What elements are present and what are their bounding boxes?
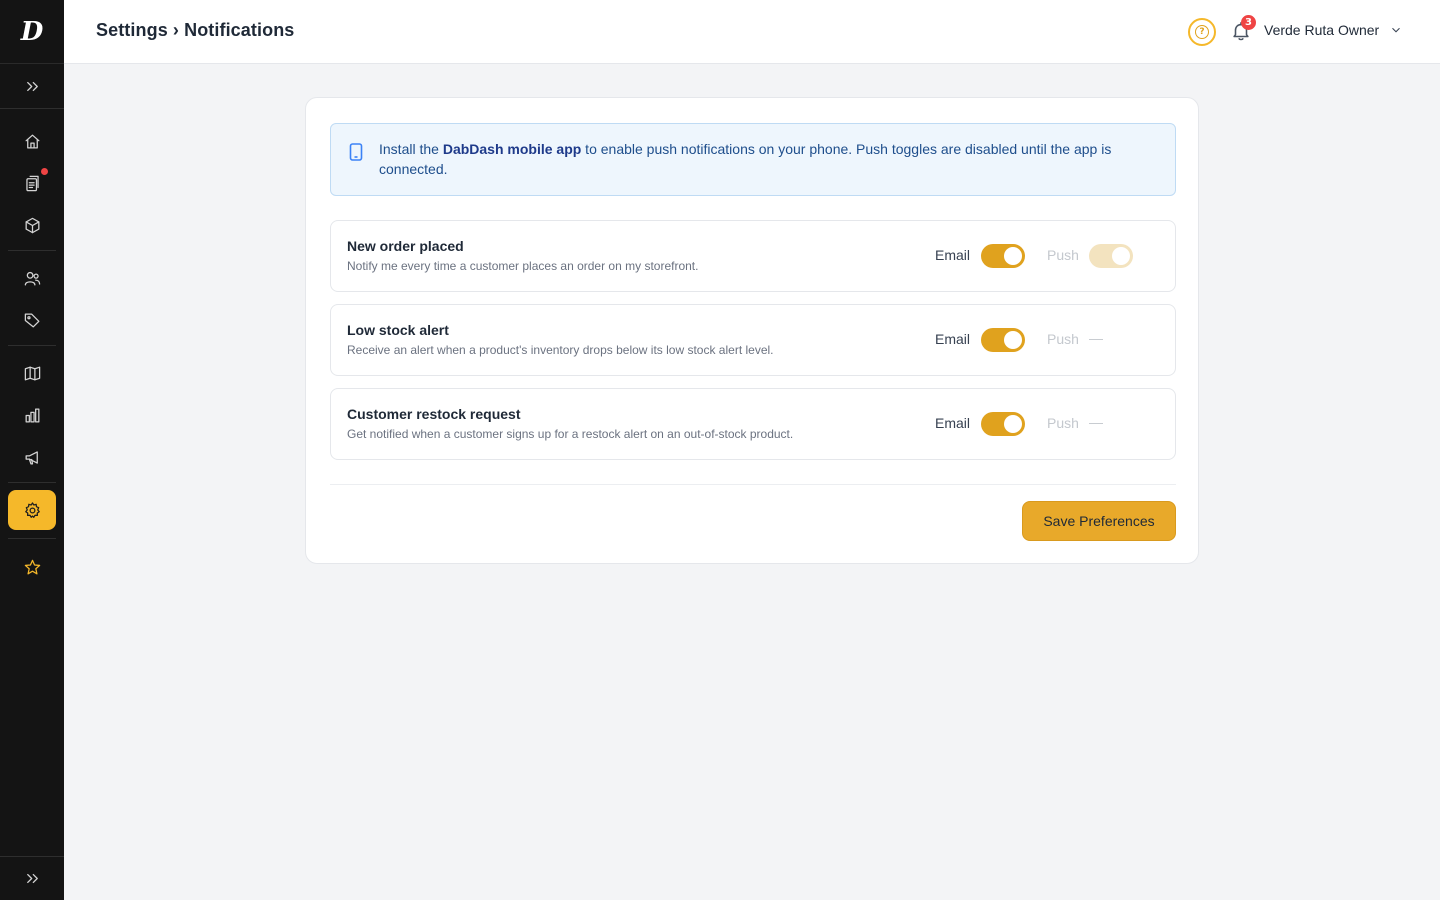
push-unavailable: — bbox=[1089, 414, 1103, 430]
row-title: New order placed bbox=[347, 238, 464, 254]
top-header: Settings › Notifications ? 3 Verde Ruta … bbox=[64, 0, 1440, 64]
map-icon[interactable] bbox=[12, 353, 52, 393]
notifications-button[interactable]: 3 bbox=[1230, 15, 1256, 44]
chevron-down-icon bbox=[1392, 27, 1401, 33]
push-info-banner: Install the DabDash mobile app to enable… bbox=[330, 123, 1176, 196]
email-toggle[interactable] bbox=[981, 412, 1025, 436]
save-preferences-button[interactable]: Save Preferences bbox=[1022, 501, 1176, 541]
banner-app-link[interactable]: DabDash mobile app bbox=[443, 141, 581, 157]
chart-icon[interactable] bbox=[12, 395, 52, 435]
row-description: Receive an alert when a product's invent… bbox=[347, 343, 774, 357]
sidebar-expand-bottom[interactable] bbox=[0, 858, 64, 898]
sidebar-item-customers[interactable] bbox=[0, 258, 64, 298]
sidebar-item-orders[interactable] bbox=[0, 163, 64, 203]
notification-row: New order placed Notify me every time a … bbox=[330, 220, 1176, 292]
chevrons-right-icon[interactable] bbox=[12, 66, 52, 106]
push-label: Push bbox=[1047, 415, 1079, 431]
sidebar-item-marketing[interactable] bbox=[0, 437, 64, 477]
notification-row: Customer restock request Get notified wh… bbox=[330, 388, 1176, 460]
megaphone-icon[interactable] bbox=[12, 437, 52, 477]
push-unavailable: — bbox=[1089, 330, 1103, 346]
user-menu[interactable]: Verde Ruta Owner bbox=[1264, 22, 1403, 38]
orders-icon[interactable] bbox=[12, 163, 52, 203]
star-icon[interactable] bbox=[12, 547, 52, 587]
push-label: Push bbox=[1047, 331, 1079, 347]
banner-prefix: Install the bbox=[379, 141, 443, 157]
sidebar-item-products[interactable] bbox=[0, 205, 64, 245]
box-icon[interactable] bbox=[12, 205, 52, 245]
customers-icon[interactable] bbox=[12, 258, 52, 298]
email-label: Email bbox=[935, 247, 971, 263]
notification-count-badge: 3 bbox=[1241, 15, 1256, 30]
phone-icon bbox=[349, 143, 363, 161]
chevrons-right-icon[interactable] bbox=[12, 858, 52, 898]
notification-row: Low stock alert Receive an alert when a … bbox=[330, 304, 1176, 376]
email-toggle[interactable] bbox=[981, 244, 1025, 268]
row-description: Notify me every time a customer places a… bbox=[347, 259, 699, 273]
gear-icon[interactable] bbox=[8, 490, 56, 530]
row-title: Low stock alert bbox=[347, 322, 449, 338]
row-title: Customer restock request bbox=[347, 406, 521, 422]
user-name: Verde Ruta Owner bbox=[1264, 22, 1380, 38]
page-title: Settings › Notifications bbox=[96, 20, 295, 40]
email-toggle[interactable] bbox=[981, 328, 1025, 352]
sidebar-item-analytics[interactable] bbox=[0, 395, 64, 435]
email-label: Email bbox=[935, 415, 971, 431]
sidebar-item-settings[interactable] bbox=[0, 490, 64, 530]
orders-alert-dot bbox=[41, 168, 48, 175]
row-description: Get notified when a customer signs up fo… bbox=[347, 427, 794, 441]
sidebar-item-home[interactable] bbox=[0, 121, 64, 161]
notification-settings-card: Install the DabDash mobile app to enable… bbox=[305, 97, 1199, 564]
email-label: Email bbox=[935, 331, 971, 347]
sidebar-item-favorites[interactable] bbox=[0, 547, 64, 587]
tag-icon[interactable] bbox=[12, 300, 52, 340]
help-icon: ? bbox=[1195, 25, 1209, 39]
home-icon[interactable] bbox=[12, 121, 52, 161]
help-button[interactable]: ? bbox=[1188, 18, 1216, 46]
sidebar-item-discounts[interactable] bbox=[0, 300, 64, 340]
push-toggle[interactable] bbox=[1089, 244, 1133, 268]
push-label: Push bbox=[1047, 247, 1079, 263]
sidebar-expand-top[interactable] bbox=[0, 66, 64, 106]
divider bbox=[330, 484, 1176, 485]
sidebar: D bbox=[0, 0, 64, 900]
logo-mark: D bbox=[20, 16, 44, 47]
sidebar-item-guides[interactable] bbox=[0, 353, 64, 393]
app-logo[interactable]: D bbox=[0, 0, 64, 64]
